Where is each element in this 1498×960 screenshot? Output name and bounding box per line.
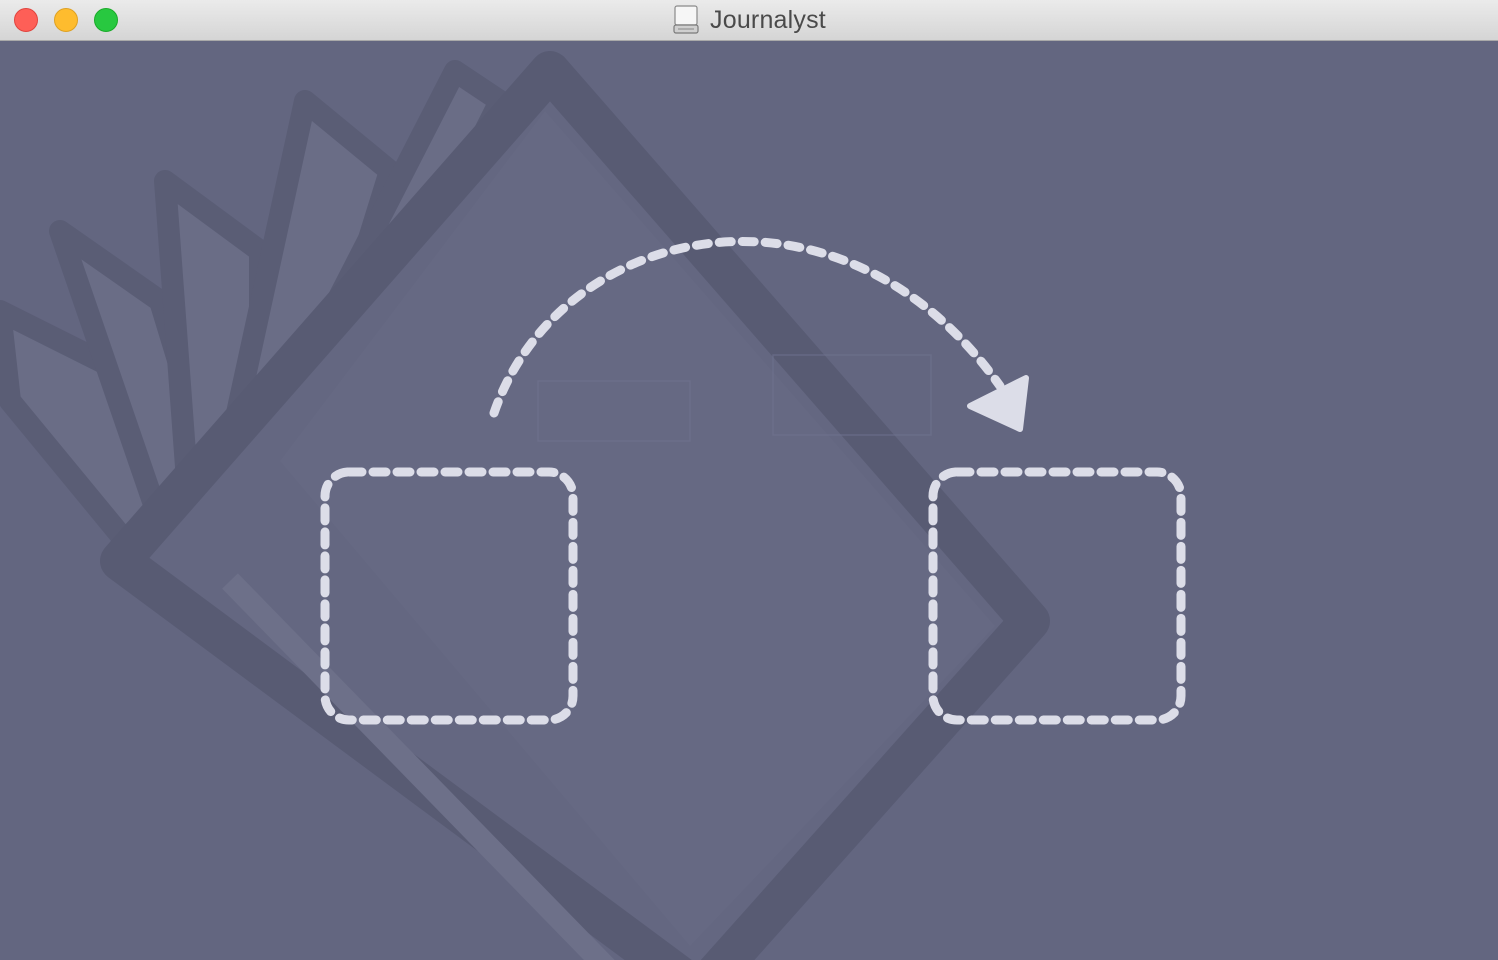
window-title-group: Journalyst (0, 0, 1498, 40)
journal-book-icon (0, 51, 1050, 960)
drop-area[interactable] (0, 41, 1498, 960)
title-bar[interactable]: Journalyst (0, 0, 1498, 41)
window-title: Journalyst (710, 5, 826, 34)
drive-icon (672, 5, 700, 35)
drop-illustration (0, 51, 1186, 960)
app-window: Journalyst (0, 0, 1498, 960)
